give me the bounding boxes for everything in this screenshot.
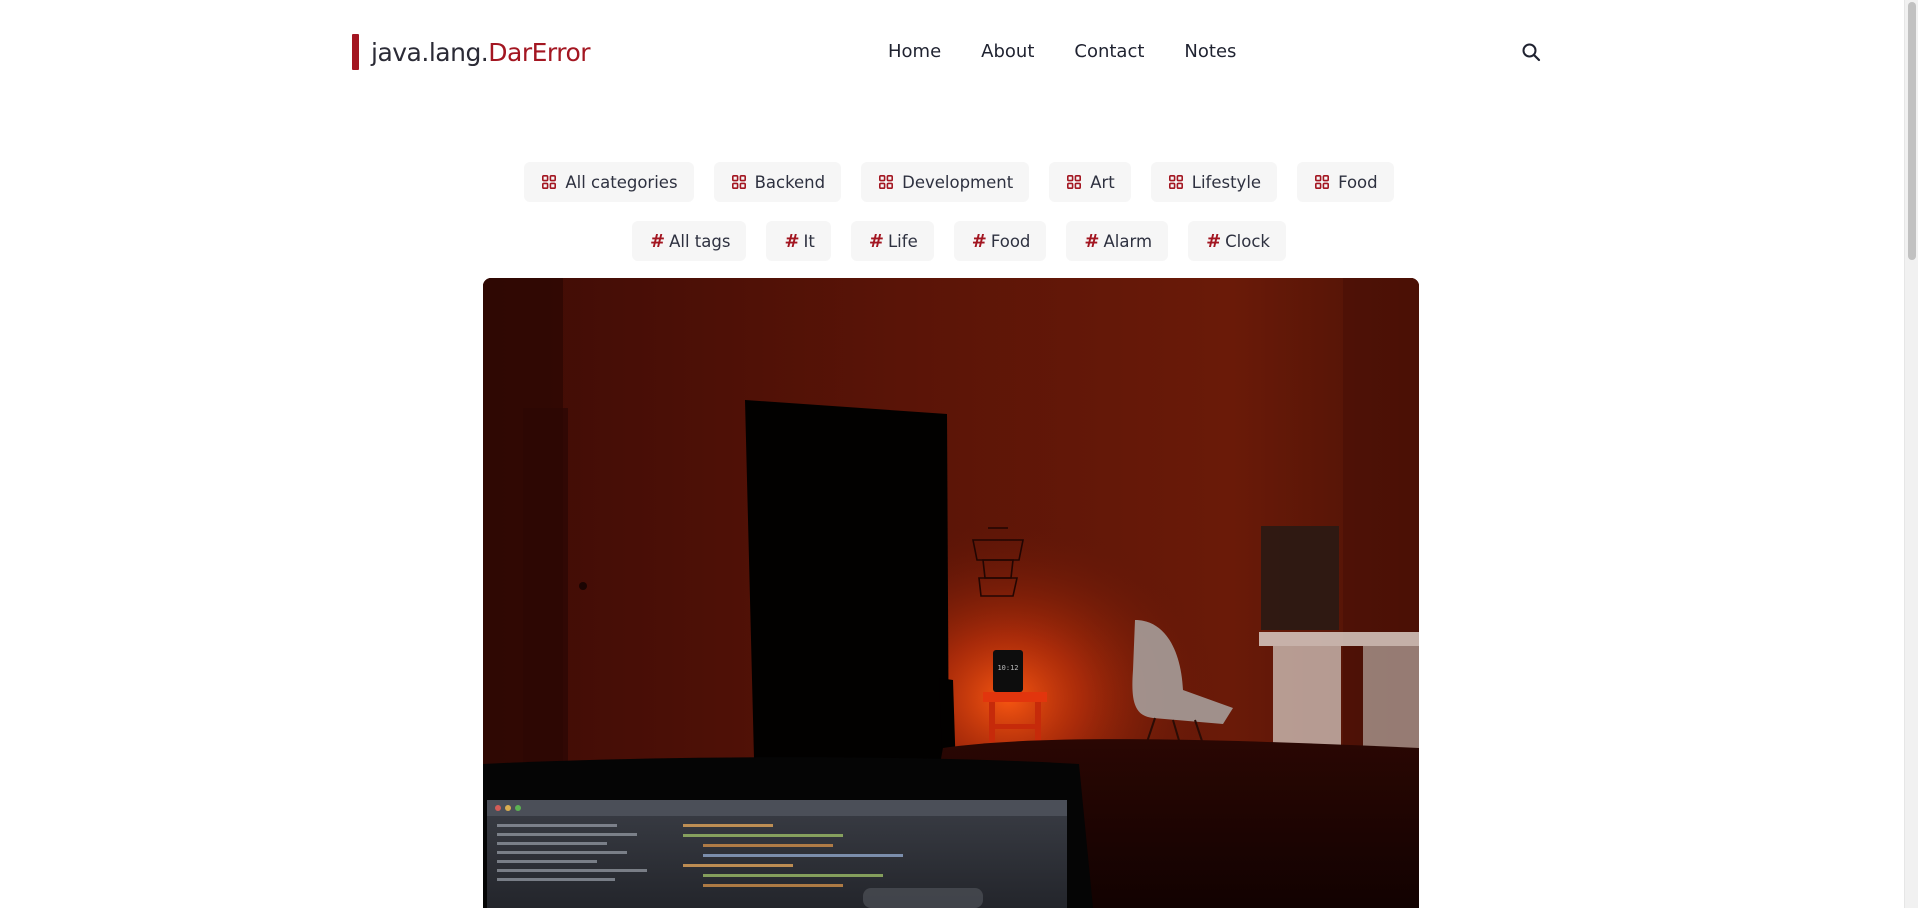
hash-icon: # xyxy=(971,230,987,252)
category-food[interactable]: Food xyxy=(1297,162,1394,202)
tag-label: All tags xyxy=(669,231,731,251)
nav-about[interactable]: About xyxy=(981,40,1034,64)
category-art[interactable]: Art xyxy=(1049,162,1131,202)
tag-label: Alarm xyxy=(1103,231,1153,251)
tag-food[interactable]: # Food xyxy=(953,221,1047,261)
logo-text: java.lang.DarError xyxy=(371,37,591,67)
category-label: Food xyxy=(1338,172,1378,192)
nav-home[interactable]: Home xyxy=(888,40,941,64)
category-list: All categories Backend Development Art L… xyxy=(0,162,1918,202)
category-label: Development xyxy=(902,172,1014,192)
category-label: Lifestyle xyxy=(1191,172,1262,192)
tag-label: It xyxy=(803,231,815,251)
grid-icon xyxy=(1315,175,1330,189)
hash-icon: # xyxy=(868,230,884,252)
grid-icon xyxy=(1067,175,1082,189)
tag-clock[interactable]: # Clock xyxy=(1188,221,1286,261)
category-label: Backend xyxy=(754,172,826,192)
page-scrollbar[interactable] xyxy=(1904,0,1918,908)
search-icon[interactable] xyxy=(1520,41,1542,63)
hash-icon: # xyxy=(1206,230,1222,252)
featured-post-image[interactable]: 10:12 xyxy=(483,278,1419,908)
tag-alarm[interactable]: # Alarm xyxy=(1066,221,1169,261)
nav-notes[interactable]: Notes xyxy=(1184,40,1236,64)
category-development[interactable]: Development xyxy=(861,162,1030,202)
clock-display: 10:12 xyxy=(997,664,1018,672)
site-header: java.lang.DarError Home About Contact No… xyxy=(352,30,1542,74)
grid-icon xyxy=(1168,175,1183,189)
page: java.lang.DarError Home About Contact No… xyxy=(0,0,1918,908)
tag-list: # All tags # It # Life # Food # Alarm # … xyxy=(0,221,1918,261)
nav-contact[interactable]: Contact xyxy=(1074,40,1144,64)
scrollbar-thumb[interactable] xyxy=(1908,2,1916,260)
category-lifestyle[interactable]: Lifestyle xyxy=(1150,162,1278,202)
grid-icon xyxy=(731,175,746,189)
tag-it[interactable]: # It xyxy=(766,221,831,261)
category-label: Art xyxy=(1090,172,1115,192)
category-all[interactable]: All categories xyxy=(524,162,694,202)
grid-icon xyxy=(542,175,557,189)
logo-prefix: java.lang. xyxy=(371,37,489,67)
tag-life[interactable]: # Life xyxy=(850,221,934,261)
logo-accent: DarError xyxy=(488,37,591,67)
hash-icon: # xyxy=(1084,230,1100,252)
main-nav: Home About Contact Notes xyxy=(888,40,1276,64)
tag-label: Life xyxy=(887,231,918,251)
grid-icon xyxy=(879,175,894,189)
tag-label: Clock xyxy=(1225,231,1270,251)
hash-icon: # xyxy=(650,230,666,252)
logo-bar xyxy=(352,34,359,70)
tag-all[interactable]: # All tags xyxy=(632,221,747,261)
category-label: All categories xyxy=(565,172,678,192)
photo-dark-room-laptop: 10:12 xyxy=(483,278,1419,908)
tag-label: Food xyxy=(990,231,1031,251)
category-backend[interactable]: Backend xyxy=(713,162,842,202)
hash-icon: # xyxy=(784,230,800,252)
site-logo[interactable]: java.lang.DarError xyxy=(352,34,591,70)
